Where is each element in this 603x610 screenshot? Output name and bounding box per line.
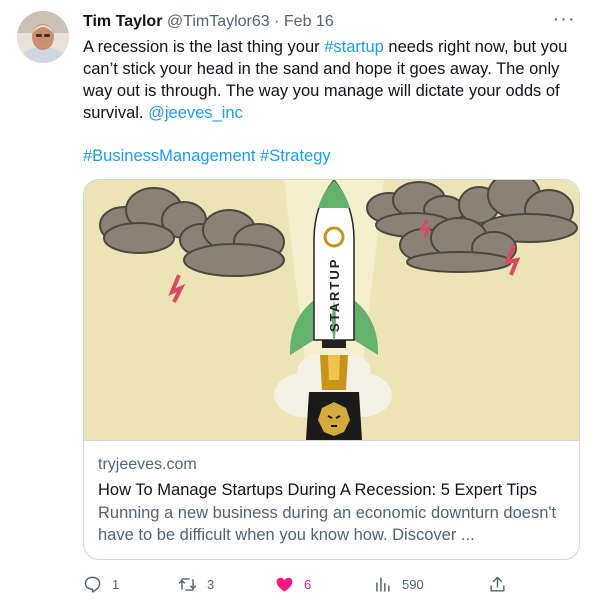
like-button[interactable]: 6: [275, 572, 311, 596]
views-count: 590: [402, 576, 424, 592]
card-domain: tryjeeves.com: [98, 456, 197, 473]
avatar[interactable]: [17, 11, 69, 63]
tweet-actions: 1 3 6 590: [83, 572, 513, 596]
card-image[interactable]: STARTUP: [84, 180, 579, 440]
reply-icon: [84, 576, 101, 593]
heart-icon: [276, 577, 293, 592]
author-handle[interactable]: @TimTaylor63: [167, 13, 270, 30]
retweet-icon: [178, 577, 197, 591]
reply-button[interactable]: 1: [83, 572, 119, 596]
rocket-label: STARTUP: [327, 258, 342, 332]
hashtag-strategy-link[interactable]: #Strategy: [260, 147, 331, 165]
separator-dot: ·: [274, 13, 280, 30]
hashtag-businessmanagement-link[interactable]: #BusinessManagement: [83, 147, 255, 165]
more-options-icon[interactable]: ···: [549, 9, 579, 32]
analytics-icon: [376, 576, 390, 592]
reply-count: 1: [112, 576, 120, 592]
tweet-date[interactable]: Feb 16: [284, 13, 334, 30]
retweet-button[interactable]: 3: [178, 572, 214, 596]
lion-logo: [306, 392, 362, 440]
tweet-header: Tim Taylor @TimTaylor63 · Feb 16: [83, 11, 583, 33]
share-icon: [490, 576, 505, 592]
tweet-text: A recession is the last thing your #star…: [83, 36, 583, 124]
tweet-text-part1: A recession is the last thing your: [83, 38, 325, 56]
views-button[interactable]: 590: [373, 572, 424, 596]
hashtags: #BusinessManagement #Strategy: [83, 145, 331, 167]
author-name[interactable]: Tim Taylor: [83, 13, 162, 30]
card-divider: [84, 440, 579, 441]
like-count: 6: [304, 576, 312, 592]
hashtag-startup-link[interactable]: #startup: [324, 38, 384, 56]
card-description: Running a new business during an economi…: [98, 504, 557, 544]
tweet[interactable]: Tim Taylor @TimTaylor63 · Feb 16 ··· A r…: [0, 0, 603, 610]
share-button[interactable]: [488, 572, 507, 596]
mention-link[interactable]: @jeeves_inc: [148, 104, 243, 122]
avatar-photo: [17, 11, 69, 63]
link-card[interactable]: STARTUP tryjeeves.com How To Manage Star…: [83, 179, 580, 560]
card-title[interactable]: How To Manage Startups During A Recessio…: [98, 479, 537, 501]
retweet-count: 3: [207, 576, 215, 592]
